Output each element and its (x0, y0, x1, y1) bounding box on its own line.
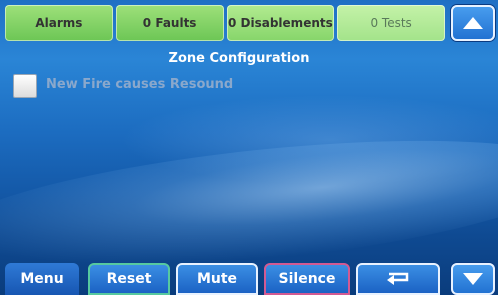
reset-button[interactable]: Reset (88, 263, 170, 295)
alarms-tab[interactable]: Alarms (5, 5, 113, 41)
faults-tab[interactable]: 0 Faults (115, 5, 224, 41)
return-arrow-icon (387, 272, 409, 285)
resound-checkbox[interactable] (13, 74, 37, 98)
mute-button[interactable]: Mute (176, 263, 258, 295)
scroll-up-button[interactable] (451, 5, 495, 41)
status-bar: Alarms 0 Faults 0 Disablements 0 Tests (5, 5, 445, 41)
silence-button[interactable]: Silence (264, 263, 350, 295)
resound-option-label: New Fire causes Resound (46, 77, 234, 92)
tests-tab[interactable]: 0 Tests (337, 5, 445, 41)
arrow-up-icon (463, 17, 483, 29)
panel-screen: Alarms 0 Faults 0 Disablements 0 Tests Z… (0, 0, 498, 295)
arrow-down-icon (463, 273, 483, 285)
disablements-tab[interactable]: 0 Disablements (226, 5, 335, 41)
scroll-down-button[interactable] (451, 263, 495, 295)
menu-button[interactable]: Menu (5, 263, 79, 295)
page-title: Zone Configuration (168, 51, 310, 66)
enter-button[interactable] (356, 263, 440, 295)
